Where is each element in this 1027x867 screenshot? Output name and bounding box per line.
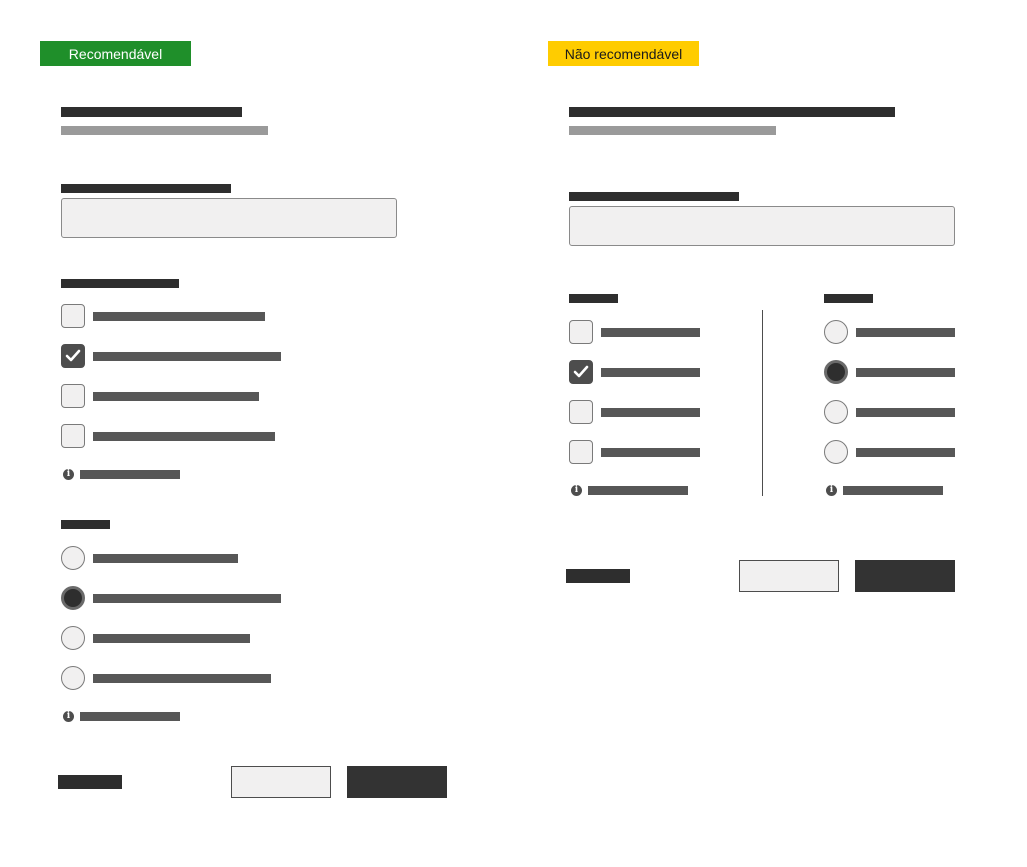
checkbox-label-placeholder [601,368,700,377]
radio-button-selected[interactable] [61,586,85,610]
info-icon: i [63,711,74,722]
radio-button[interactable] [824,320,848,344]
info-icon: i [571,485,582,496]
check-icon [573,365,589,378]
checkbox[interactable] [61,304,85,328]
form-title-placeholder [569,107,895,117]
field-label-placeholder [61,184,231,193]
recommended-badge-label: Recomendável [68,45,163,62]
info-icon: i [63,469,74,480]
not-recommended-badge-label: Não recomendável [564,45,683,62]
checkbox[interactable] [569,400,593,424]
checkbox-label-placeholder [93,432,275,441]
form-title-placeholder [61,107,242,117]
info-icon: i [826,485,837,496]
radio-label-placeholder [93,594,281,603]
text-input[interactable] [569,206,955,246]
radio-button[interactable] [61,626,85,650]
secondary-button[interactable] [739,560,839,592]
checkbox-label-placeholder [601,448,700,457]
secondary-button[interactable] [231,766,331,798]
link-button-placeholder[interactable] [58,775,122,789]
checkbox-label-placeholder [601,408,700,417]
radio-button[interactable] [824,400,848,424]
checkbox[interactable] [569,320,593,344]
radio-label-placeholder [93,634,250,643]
primary-button[interactable] [347,766,447,798]
helper-text-placeholder [80,470,180,479]
text-input[interactable] [61,198,397,238]
recommended-badge: Recomendável [40,41,191,66]
radio-label-placeholder [856,368,955,377]
radio-group-label-placeholder [61,520,110,529]
checkbox-group-label-placeholder [569,294,618,303]
checkbox-label-placeholder [93,312,265,321]
checkbox-label-placeholder [93,352,281,361]
radio-button[interactable] [61,546,85,570]
not-recommended-badge: Não recomendável [548,41,699,66]
helper-text-placeholder [588,486,688,495]
helper-text-placeholder [843,486,943,495]
radio-button[interactable] [824,440,848,464]
field-label-placeholder [569,192,739,201]
checkbox-group-label-placeholder [61,279,179,288]
primary-button[interactable] [855,560,955,592]
link-button-placeholder[interactable] [566,569,630,583]
radio-button[interactable] [61,666,85,690]
checkbox-checked[interactable] [61,344,85,368]
check-icon [65,349,81,362]
helper-text-placeholder [80,712,180,721]
radio-label-placeholder [93,554,238,563]
radio-label-placeholder [856,408,955,417]
radio-label-placeholder [93,674,271,683]
checkbox-label-placeholder [93,392,259,401]
checkbox[interactable] [61,424,85,448]
radio-group-label-placeholder [824,294,873,303]
checkbox-checked[interactable] [569,360,593,384]
radio-label-placeholder [856,448,955,457]
form-description-placeholder [569,126,776,135]
column-divider [762,310,763,496]
checkbox[interactable] [569,440,593,464]
form-description-placeholder [61,126,268,135]
checkbox-label-placeholder [601,328,700,337]
radio-button-selected[interactable] [824,360,848,384]
checkbox[interactable] [61,384,85,408]
radio-label-placeholder [856,328,955,337]
